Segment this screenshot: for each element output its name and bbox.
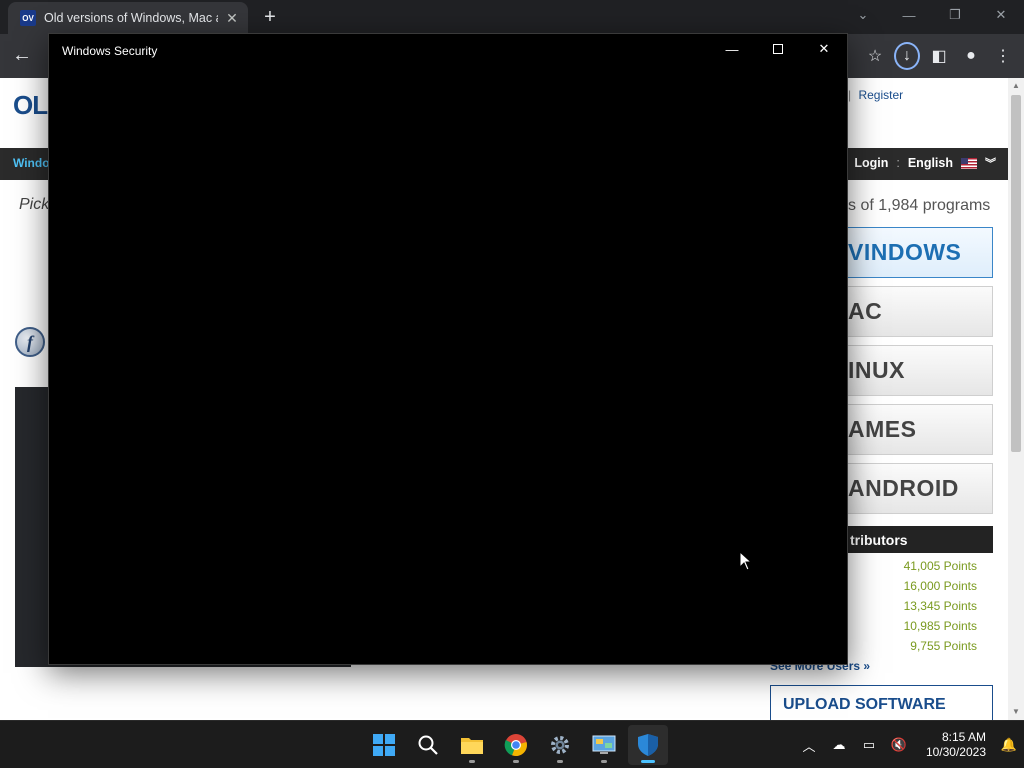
programs-count: s of 1,984 programs bbox=[848, 197, 991, 214]
folder-icon bbox=[461, 738, 483, 754]
top-contributors-header: tributors bbox=[848, 526, 993, 553]
nav-windows-link[interactable]: Windo bbox=[13, 156, 50, 170]
onedrive-icon[interactable]: ☁ bbox=[824, 721, 854, 768]
network-icon[interactable]: ▭ bbox=[854, 721, 884, 768]
app-running-indicator bbox=[641, 760, 655, 763]
browser-tab-strip: OV Old versions of Windows, Mac a ✕ + ⌄ … bbox=[0, 0, 1024, 34]
control-panel-button[interactable] bbox=[584, 725, 624, 765]
scroll-up-icon[interactable]: ▲ bbox=[1012, 82, 1020, 90]
nav-right: Login : English ︾ bbox=[854, 155, 996, 171]
maximize-icon[interactable] bbox=[755, 34, 801, 64]
language-select[interactable]: English bbox=[908, 156, 953, 170]
upload-software-button[interactable]: UPLOAD SOFTWARE bbox=[770, 685, 993, 720]
contributor-points: 16,000 Points bbox=[903, 579, 977, 593]
pick-text: Pick bbox=[19, 196, 50, 213]
windows-logo-icon bbox=[373, 734, 395, 756]
tab-search-icon[interactable]: ⌄ bbox=[840, 0, 886, 30]
browser-tab[interactable]: OV Old versions of Windows, Mac a ✕ bbox=[8, 2, 248, 34]
search-icon bbox=[418, 735, 438, 755]
close-icon[interactable]: ✕ bbox=[978, 0, 1024, 30]
tab-close-icon[interactable]: ✕ bbox=[224, 10, 240, 27]
nav-separator: : bbox=[896, 156, 900, 170]
back-arrow-icon[interactable]: ← bbox=[10, 44, 34, 68]
register-link-wrap: | Register bbox=[848, 88, 903, 102]
settings-button[interactable] bbox=[540, 725, 580, 765]
minimize-icon[interactable]: — bbox=[886, 0, 932, 30]
chevron-up-icon[interactable]: ︿ bbox=[794, 721, 824, 768]
contributor-points: 41,005 Points bbox=[903, 559, 977, 573]
flash-player-icon[interactable]: f bbox=[15, 327, 45, 357]
window-title: Windows Security bbox=[62, 44, 158, 58]
volume-muted-icon[interactable]: 🔇 bbox=[884, 721, 914, 768]
minimize-icon[interactable]: — bbox=[709, 34, 755, 64]
start-button[interactable] bbox=[364, 725, 404, 765]
bookmark-star-icon[interactable]: ☆ bbox=[862, 42, 888, 70]
scroll-down-icon[interactable]: ▼ bbox=[1012, 708, 1020, 716]
login-link[interactable]: Login bbox=[854, 156, 888, 170]
app-running-indicator bbox=[513, 760, 519, 763]
mouse-cursor-icon bbox=[739, 551, 753, 571]
clock-time: 8:15 AM bbox=[941, 730, 986, 744]
taskbar-apps bbox=[364, 725, 668, 765]
site-logo[interactable]: OL bbox=[13, 90, 48, 121]
chrome-icon bbox=[504, 734, 527, 757]
menu-dots-icon[interactable]: ⋮ bbox=[990, 42, 1016, 70]
download-icon[interactable]: ↓ bbox=[894, 42, 920, 70]
os-button-mac[interactable]: AC bbox=[848, 286, 993, 337]
close-icon[interactable]: ✕ bbox=[801, 34, 847, 64]
chrome-button[interactable] bbox=[496, 725, 536, 765]
contributor-points: 10,985 Points bbox=[903, 619, 977, 633]
new-tab-button[interactable]: + bbox=[258, 6, 282, 30]
desktop: OV Old versions of Windows, Mac a ✕ + ⌄ … bbox=[0, 0, 1024, 768]
site-favicon: OV bbox=[20, 10, 36, 26]
side-panel-icon[interactable]: ◧ bbox=[926, 42, 952, 70]
register-separator: | bbox=[848, 88, 852, 102]
browser-window-controls: ⌄ — ❐ ✕ bbox=[840, 0, 1024, 30]
app-running-indicator bbox=[601, 760, 607, 763]
tab-title: Old versions of Windows, Mac a bbox=[44, 11, 218, 25]
register-link[interactable]: Register bbox=[858, 88, 903, 102]
contributor-points: 9,755 Points bbox=[910, 639, 977, 653]
notification-bell-icon[interactable]: 🔔 bbox=[994, 721, 1024, 768]
os-button-windows[interactable]: VINDOWS bbox=[848, 227, 993, 278]
os-button-linux[interactable]: INUX bbox=[848, 345, 993, 396]
control-panel-icon bbox=[592, 735, 616, 754]
system-tray: ︿ ☁ ▭ 🔇 8:15 AM 10/30/2023 🔔 bbox=[794, 721, 1024, 768]
page-scrollbar[interactable]: ▲ ▼ bbox=[1008, 78, 1024, 720]
clock-date: 10/30/2023 bbox=[925, 745, 986, 759]
os-button-android[interactable]: ANDROID bbox=[848, 463, 993, 514]
app-running-indicator bbox=[469, 760, 475, 763]
app-running-indicator bbox=[557, 760, 563, 763]
restore-icon[interactable]: ❐ bbox=[932, 0, 978, 30]
contributor-points-list: 41,005 Points 16,000 Points 13,345 Point… bbox=[848, 559, 977, 659]
profile-icon[interactable]: ● bbox=[958, 42, 984, 70]
toolbar-actions: ☆ ↓ ◧ ● ⋮ bbox=[862, 42, 1016, 70]
window-controls: — ✕ bbox=[709, 34, 847, 64]
windows-security-taskbar-button[interactable] bbox=[628, 725, 668, 765]
windows-taskbar: ︿ ☁ ▭ 🔇 8:15 AM 10/30/2023 🔔 bbox=[0, 720, 1024, 768]
shield-icon bbox=[638, 734, 658, 756]
scroll-thumb[interactable] bbox=[1011, 95, 1021, 452]
gear-icon bbox=[551, 736, 569, 754]
clock[interactable]: 8:15 AM 10/30/2023 bbox=[914, 730, 994, 760]
us-flag-icon bbox=[961, 157, 977, 169]
double-chevron-down-icon[interactable]: ︾ bbox=[985, 155, 996, 171]
os-button-games[interactable]: AMES bbox=[848, 404, 993, 455]
contributor-points: 13,345 Points bbox=[903, 599, 977, 613]
windows-security-window[interactable]: Windows Security — ✕ bbox=[48, 33, 848, 665]
search-button[interactable] bbox=[408, 725, 448, 765]
file-explorer-button[interactable] bbox=[452, 725, 492, 765]
